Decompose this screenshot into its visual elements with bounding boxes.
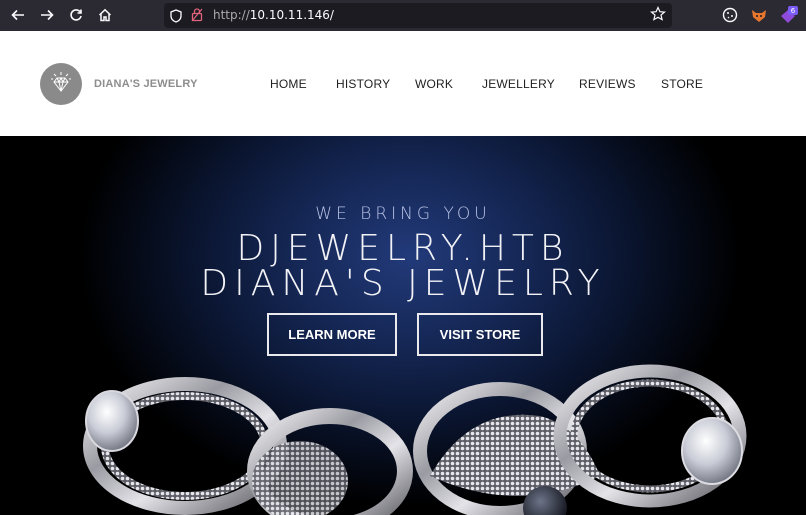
brand-name[interactable]: DIANA'S JEWELRY xyxy=(94,78,198,90)
lock-icon[interactable] xyxy=(191,7,203,26)
nav-reviews[interactable]: REVIEWS xyxy=(579,77,636,91)
nav-home[interactable]: HOME xyxy=(270,77,307,91)
jewelry-rings-image xyxy=(83,364,747,515)
url-text[interactable]: http://10.10.11.146/ xyxy=(213,8,334,22)
reload-icon[interactable] xyxy=(66,5,86,25)
forward-arrow-icon[interactable] xyxy=(37,5,57,25)
extension-cookie-icon[interactable] xyxy=(721,6,739,24)
extension-fox-icon[interactable] xyxy=(750,6,768,24)
visit-store-button[interactable]: VISIT STORE xyxy=(417,313,543,356)
nav-store[interactable]: STORE xyxy=(661,77,703,91)
bookmark-star-icon[interactable] xyxy=(650,6,666,26)
nav-jewellery[interactable]: JEWELLERY xyxy=(482,77,555,91)
hero-title-brand: DIANA'S JEWELRY xyxy=(200,263,606,304)
home-icon[interactable] xyxy=(95,5,115,25)
hero-kicker: WE BRING YOU xyxy=(315,204,491,224)
site-header: DIANA'S JEWELRY HOME HISTORY WORK JEWELL… xyxy=(0,31,806,136)
extension-purple-icon[interactable]: 6 xyxy=(779,6,798,24)
address-bar[interactable]: http://10.10.11.146/ xyxy=(164,3,672,28)
nav-history[interactable]: HISTORY xyxy=(336,77,390,91)
learn-more-button[interactable]: LEARN MORE xyxy=(267,313,397,356)
hero-banner: WE BRING YOU DJEWELRY.HTB DIANA'S JEWELR… xyxy=(0,136,806,515)
diamond-logo-icon[interactable] xyxy=(40,63,82,105)
extension-badge: 6 xyxy=(791,7,796,15)
nav-work[interactable]: WORK xyxy=(415,77,453,91)
browser-toolbar: http://10.10.11.146/ 6 xyxy=(0,0,806,31)
shield-icon[interactable] xyxy=(170,8,182,27)
back-arrow-icon[interactable] xyxy=(8,5,28,25)
